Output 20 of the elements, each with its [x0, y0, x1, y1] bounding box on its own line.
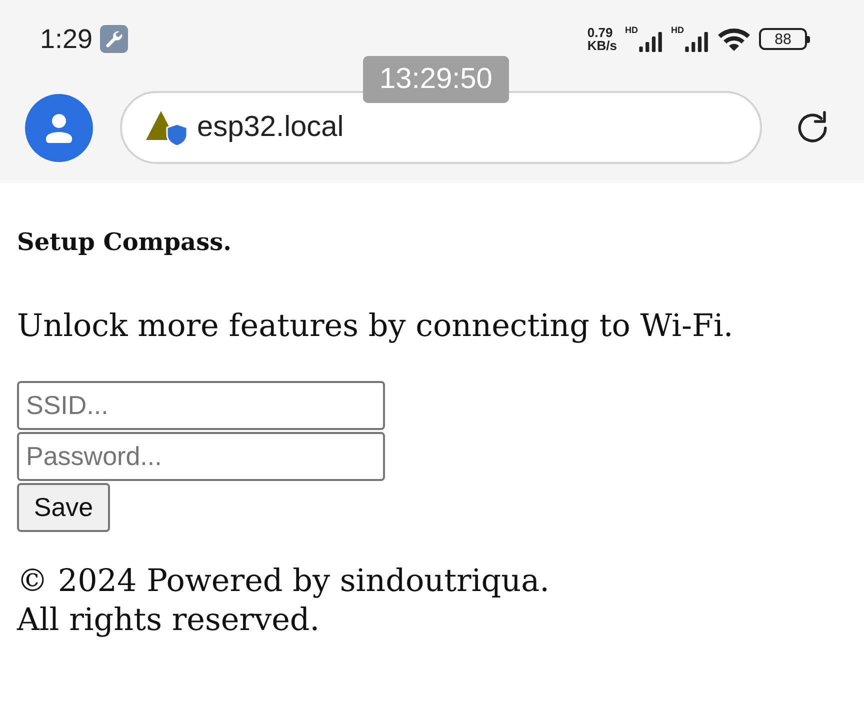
- network-speed: 0.79 KB/s: [587, 26, 617, 52]
- account-icon[interactable]: [25, 94, 93, 162]
- footer-text: © 2024 Powered by sindoutriqua. All rights reserved.: [17, 562, 550, 640]
- page-heading: Setup Compass.: [17, 227, 232, 257]
- wifi-icon: [717, 26, 751, 52]
- network-type-label: HD: [625, 26, 638, 35]
- wrench-icon: [100, 25, 128, 53]
- signal-icon: [639, 32, 663, 52]
- timestamp-overlay: 13:29:50: [363, 56, 509, 103]
- warning-shield-icon: [146, 110, 188, 146]
- ssid-field[interactable]: SSID...: [17, 381, 385, 430]
- battery-level-text: 88: [774, 32, 792, 46]
- url-text: esp32.local: [197, 111, 344, 144]
- address-bar[interactable]: esp32.local: [120, 91, 762, 164]
- save-button[interactable]: Save: [17, 483, 110, 532]
- signal-icon: [685, 32, 709, 52]
- status-time: 1:29: [40, 26, 93, 52]
- password-field[interactable]: Password...: [17, 432, 385, 481]
- intro-text: Unlock more features by connecting to Wi-Fi.: [17, 307, 734, 346]
- network-type-label: HD: [671, 26, 684, 35]
